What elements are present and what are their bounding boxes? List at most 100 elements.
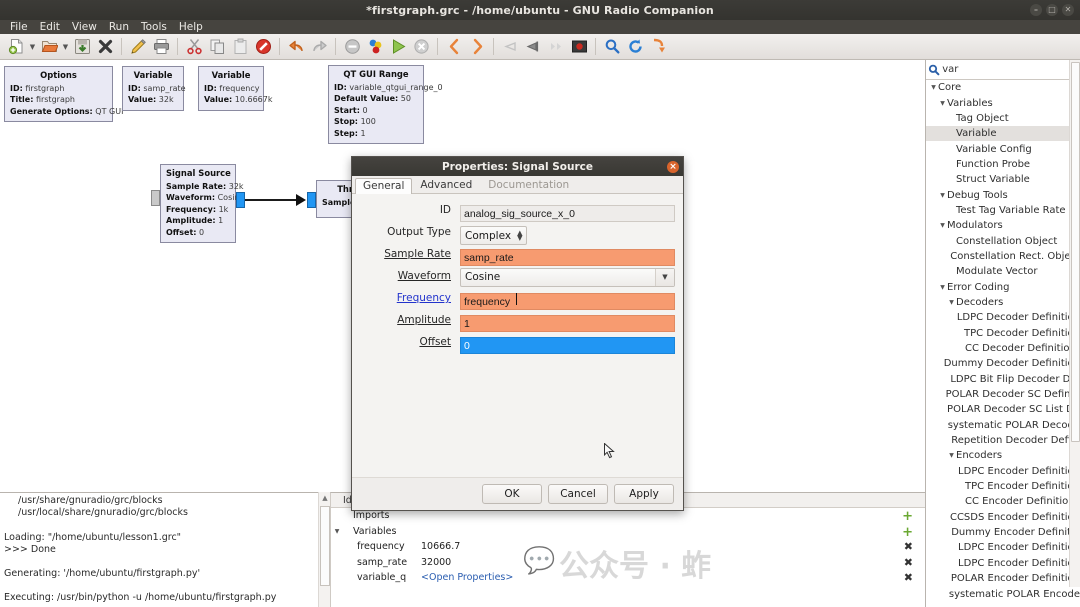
block-tree[interactable]: ▼ Core ▼ Variables Tag Object Variable Variabl… xyxy=(926,80,1080,607)
cancel-button[interactable]: Cancel xyxy=(548,484,608,504)
menu-item-run[interactable]: Run xyxy=(103,20,135,34)
scroll-thumb[interactable] xyxy=(320,506,330,586)
tree-expander-icon[interactable]: ▼ xyxy=(938,284,947,291)
tree-item[interactable]: Test Tag Variable Rate xyxy=(926,203,1080,218)
minimize-icon[interactable]: – xyxy=(1030,4,1042,16)
remove-row-icon[interactable]: ✖ xyxy=(904,572,913,583)
tree-item[interactable]: Repetition Decoder Defini xyxy=(926,433,1080,448)
tree-item[interactable]: ▼ Decoders xyxy=(926,295,1080,310)
tree-item[interactable]: systematic POLAR Encode xyxy=(926,586,1080,601)
new-icon[interactable] xyxy=(5,36,27,58)
enable-icon[interactable] xyxy=(364,36,386,58)
menu-item-view[interactable]: View xyxy=(66,20,103,34)
id-input[interactable] xyxy=(460,205,675,222)
paste-icon[interactable] xyxy=(229,36,251,58)
close-icon[interactable] xyxy=(94,36,116,58)
align-right-icon[interactable] xyxy=(522,36,544,58)
menu-item-edit[interactable]: Edit xyxy=(34,20,66,34)
open-dropdown-icon[interactable]: ▼ xyxy=(61,36,70,58)
reload-icon[interactable] xyxy=(624,36,646,58)
spinner-arrows-icon[interactable]: ▲ ▼ xyxy=(517,229,522,241)
tree-item[interactable]: POLAR Encoder Definition xyxy=(926,571,1080,586)
rotate-left-icon[interactable] xyxy=(443,36,465,58)
delete-icon[interactable] xyxy=(252,36,274,58)
tree-item[interactable]: LDPC Encoder Definition xyxy=(926,540,1080,555)
tab-documentation[interactable]: Documentation xyxy=(480,177,577,193)
toggle-icon[interactable] xyxy=(568,36,590,58)
new-dropdown-icon[interactable]: ▼ xyxy=(28,36,37,58)
tree-item[interactable]: systematic POLAR Decode xyxy=(926,418,1080,433)
tree-item[interactable]: TPC Encoder Definition xyxy=(926,479,1080,494)
tree-item[interactable]: ▼ Debug Tools xyxy=(926,187,1080,202)
edit-icon[interactable] xyxy=(127,36,149,58)
more-icon[interactable] xyxy=(545,36,567,58)
tree-item[interactable]: LDPC Decoder Definition xyxy=(926,310,1080,325)
tree-item[interactable]: Modulate Vector xyxy=(926,264,1080,279)
signal-source-block[interactable]: Signal Source Sample Rate: 32k Waveform:… xyxy=(160,164,244,243)
find-icon[interactable] xyxy=(601,36,623,58)
tree-expander-icon[interactable]: ▼ xyxy=(938,192,947,199)
chevron-down-icon[interactable]: ▼ xyxy=(655,268,674,286)
open-icon[interactable] xyxy=(38,36,60,58)
qt-gui-range-block[interactable]: QT GUI Range ID: variable_qtgui_range_0 … xyxy=(328,65,443,144)
ok-button[interactable]: OK xyxy=(482,484,542,504)
table-row[interactable]: samp_rate 32000 ✖ xyxy=(331,555,925,571)
remove-row-icon[interactable]: ✖ xyxy=(904,541,913,552)
table-row[interactable]: ▼ Variables + xyxy=(331,524,925,540)
properties-dialog[interactable]: Properties: Signal Source × General Adva… xyxy=(351,156,684,511)
sample-rate-input[interactable] xyxy=(460,249,675,266)
table-row[interactable]: variable_q <Open Properties> ✖ xyxy=(331,570,925,586)
tree-item[interactable]: TPC Decoder Definition xyxy=(926,326,1080,341)
tree-item[interactable]: Struct Variable xyxy=(926,172,1080,187)
apply-button[interactable]: Apply xyxy=(614,484,674,504)
undo-icon[interactable] xyxy=(285,36,307,58)
waveform-combobox[interactable]: Cosine ▼ xyxy=(460,267,675,287)
tree-expander-icon[interactable]: ▼ xyxy=(947,299,956,306)
cut-icon[interactable] xyxy=(183,36,205,58)
block-search-input[interactable] xyxy=(940,64,1068,75)
tree-item[interactable]: Constellation Rect. Object xyxy=(926,249,1080,264)
copy-icon[interactable] xyxy=(206,36,228,58)
tree-item[interactable]: POLAR Decoder SC List De xyxy=(926,402,1080,417)
menu-item-tools[interactable]: Tools xyxy=(135,20,173,34)
offset-input[interactable] xyxy=(460,337,675,354)
scroll-thumb[interactable] xyxy=(1071,62,1080,442)
tree-item[interactable]: Constellation Object xyxy=(926,233,1080,248)
tree-item[interactable]: Dummy Encoder Definitio xyxy=(926,525,1080,540)
menu-item-file[interactable]: File xyxy=(4,20,34,34)
tree-expander-icon[interactable]: ▼ xyxy=(938,100,947,107)
block-tree-scrollbar[interactable] xyxy=(1069,60,1080,587)
signal-source-input-port[interactable] xyxy=(151,190,160,206)
dialog-close-icon[interactable]: × xyxy=(667,160,679,173)
tree-item[interactable]: LDPC Bit Flip Decoder Def xyxy=(926,372,1080,387)
tree-item[interactable]: LDPC Encoder Definition xyxy=(926,464,1080,479)
kill-icon[interactable] xyxy=(410,36,432,58)
amplitude-input[interactable] xyxy=(460,315,675,332)
remove-row-icon[interactable]: ✖ xyxy=(904,557,913,568)
variable-samp-rate-block[interactable]: Variable ID: samp_rate Value: 32k xyxy=(122,66,186,111)
bypass-icon[interactable] xyxy=(647,36,669,58)
tree-item[interactable]: ▼ Error Coding xyxy=(926,279,1080,294)
tree-item[interactable]: ▼ Core xyxy=(926,80,1080,95)
signal-source-output-port[interactable] xyxy=(236,192,245,208)
tree-item[interactable]: CC Decoder Definition xyxy=(926,341,1080,356)
tree-item[interactable]: Dummy Decoder Definition xyxy=(926,356,1080,371)
tree-item[interactable]: Variable Config xyxy=(926,141,1080,156)
add-row-icon[interactable]: + xyxy=(902,510,913,523)
throttle-input-port[interactable] xyxy=(307,192,316,208)
tab-advanced[interactable]: Advanced xyxy=(412,177,480,193)
align-left-icon[interactable] xyxy=(499,36,521,58)
tree-item[interactable]: ▼ Modulators xyxy=(926,218,1080,233)
row-expander-icon[interactable]: ▼ xyxy=(331,528,343,535)
tree-expander-icon[interactable]: ▼ xyxy=(947,452,956,459)
tree-item[interactable]: CCSDS Encoder Definition xyxy=(926,510,1080,525)
variable-frequency-block[interactable]: Variable ID: frequency Value: 10.6667k xyxy=(198,66,272,111)
tree-item[interactable]: LDPC Encoder Definition xyxy=(926,556,1080,571)
rotate-right-icon[interactable] xyxy=(466,36,488,58)
connection-wire[interactable] xyxy=(245,199,301,201)
tree-item[interactable]: Tag Object xyxy=(926,111,1080,126)
tree-item[interactable]: ▼ Encoders xyxy=(926,448,1080,463)
tree-item[interactable]: CC Encoder Definition xyxy=(926,494,1080,509)
row-value[interactable]: <Open Properties> xyxy=(417,572,925,583)
frequency-input[interactable] xyxy=(460,293,675,310)
